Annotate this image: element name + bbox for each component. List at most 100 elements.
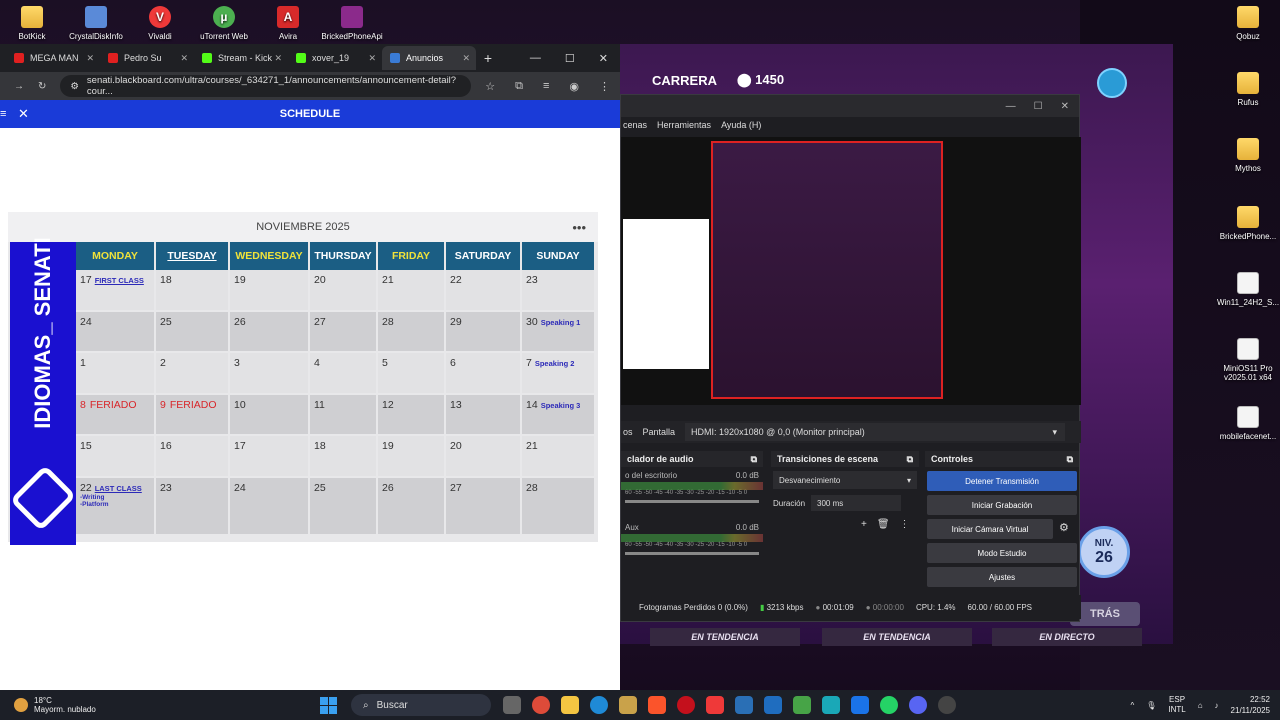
desktop-icon-brickedphoneapi[interactable]: BrickedPhoneApi [312, 6, 392, 41]
file-explorer-icon[interactable] [561, 696, 579, 714]
maximize-icon[interactable]: ☐ [1034, 101, 1043, 112]
calendar-day-cell: 23 [156, 477, 230, 536]
app-icon[interactable] [851, 696, 869, 714]
new-tab-icon[interactable]: + [476, 50, 500, 66]
obs-icon[interactable] [938, 696, 956, 714]
app-icon[interactable] [822, 696, 840, 714]
studio-mode-button[interactable]: Modo Estudio [927, 543, 1077, 563]
more-icon[interactable]: ⋮ [900, 519, 910, 530]
desktop-icon-qobuz[interactable]: Qobuz [1208, 6, 1280, 41]
close-icon[interactable]: ✕ [462, 53, 470, 64]
calendar-day-cell: 17 [230, 436, 310, 478]
site-info-icon[interactable]: ⚙ [70, 81, 79, 92]
panel-options-icon[interactable]: ⧉ [751, 454, 757, 465]
class-note: Speaking 2 [534, 359, 575, 368]
discord-icon[interactable] [909, 696, 927, 714]
chevron-down-icon: ▾ [1052, 426, 1058, 437]
file-icon [1237, 272, 1259, 294]
close-icon[interactable]: ✕ [368, 53, 376, 64]
close-icon[interactable]: ✕ [18, 106, 29, 122]
settings-button[interactable]: Ajustes [927, 567, 1077, 587]
gear-icon[interactable]: ⚙ [1059, 521, 1069, 534]
browser-tab[interactable]: Pedro Su ✕ [100, 46, 194, 70]
volume-slider[interactable] [625, 552, 759, 555]
minimize-icon[interactable]: — [1006, 101, 1016, 112]
volume-icon[interactable]: ♪ [1215, 701, 1219, 710]
desktop-icon-mythos[interactable]: Mythos [1208, 138, 1280, 173]
reload-icon[interactable]: ↻ [38, 81, 46, 92]
clock[interactable]: 22:52 21/11/2025 [1231, 694, 1270, 716]
disk-icon [85, 6, 107, 28]
taskview-icon[interactable] [503, 696, 521, 714]
weather-widget[interactable]: 18°C Mayorm. nublado [0, 696, 200, 714]
source-select[interactable]: HDMI: 1920x1080 @ 0,0 (Monitor principal… [685, 423, 1066, 441]
store-icon[interactable] [619, 696, 637, 714]
hamburger-icon[interactable]: ≡ [0, 108, 6, 120]
stop-stream-button[interactable]: Detener Transmisión [927, 471, 1077, 491]
menu-icon[interactable]: ⋮ [599, 80, 610, 93]
brave-icon[interactable] [648, 696, 666, 714]
volume-slider[interactable] [625, 500, 759, 503]
calendar-day-cell: 2 [156, 353, 230, 395]
calendar-day-cell: 17 FIRST CLASS [76, 270, 156, 312]
minimize-icon[interactable]: — [530, 52, 541, 65]
desktop-icon-rufus[interactable]: Rufus [1208, 72, 1280, 107]
minecraft-icon[interactable] [793, 696, 811, 714]
streamer-avatar[interactable] [1097, 68, 1127, 98]
day-number: 15 [80, 440, 92, 452]
desktop-icon-win11-iso[interactable]: Win11_24H2_S... [1208, 272, 1280, 307]
class-note: Speaking 1 [540, 317, 581, 327]
network-icon[interactable]: ⌂ [1198, 701, 1203, 710]
more-options-icon[interactable]: ••• [572, 220, 586, 235]
mic-muted-icon[interactable]: 🎙 [1146, 701, 1156, 710]
close-icon[interactable]: ✕ [274, 53, 282, 64]
photos-icon[interactable] [735, 696, 753, 714]
maximize-icon[interactable]: ☐ [565, 52, 575, 65]
desktop-icon-minios[interactable]: MiniOS11 Pro v2025.01 x64 [1208, 338, 1280, 382]
bookmark-star-icon[interactable]: ☆ [485, 80, 495, 93]
close-icon[interactable]: ✕ [86, 53, 94, 64]
browser-tab[interactable]: xover_19 ✕ [288, 46, 382, 70]
source-tab[interactable]: os [623, 427, 633, 437]
taskbar-search[interactable]: ⌕ Buscar [351, 694, 491, 716]
edge-icon[interactable] [590, 696, 608, 714]
menu-escenas[interactable]: cenas [623, 120, 647, 130]
desktop-icon-brickedphone[interactable]: BrickedPhone... [1208, 206, 1280, 241]
opera-icon[interactable] [677, 696, 695, 714]
preview-selection-frame[interactable] [711, 141, 943, 399]
whatsapp-icon[interactable] [880, 696, 898, 714]
transition-select[interactable]: Desvanecimiento ▾ [773, 471, 917, 489]
trash-icon[interactable]: 🗑 [877, 519, 890, 530]
windows-start-icon[interactable] [320, 696, 337, 714]
close-icon[interactable]: ✕ [180, 53, 188, 64]
trending-ribbon: EN TENDENCIA [650, 628, 800, 646]
menu-ayuda[interactable]: Ayuda (H) [721, 120, 761, 130]
virtual-camera-button[interactable]: Iniciar Cámara Virtual [927, 519, 1053, 539]
obs-preview[interactable] [621, 137, 1081, 405]
chrome-icon[interactable] [532, 696, 550, 714]
add-icon[interactable]: + [861, 519, 867, 530]
close-icon[interactable]: ✕ [599, 52, 608, 65]
browser-tab[interactable]: MEGA MAN ✕ [6, 46, 100, 70]
url-input[interactable]: ⚙ senati.blackboard.com/ultra/courses/_6… [60, 75, 472, 97]
forward-icon[interactable]: → [14, 81, 24, 92]
calendar-day-cell: 28 [378, 311, 446, 353]
panel-options-icon[interactable]: ⧉ [907, 454, 913, 465]
day-number: 4 [314, 357, 320, 369]
profile-icon[interactable]: ◉ [569, 80, 579, 93]
chevron-up-icon[interactable]: ^ [1130, 701, 1134, 710]
media-icon[interactable]: ≡ [543, 80, 549, 93]
duration-input[interactable]: 300 ms [811, 495, 902, 511]
extensions-icon[interactable]: ⧉ [515, 80, 523, 93]
vscode-icon[interactable] [764, 696, 782, 714]
close-icon[interactable]: ✕ [1061, 101, 1069, 112]
vivaldi-taskbar-icon[interactable] [706, 696, 724, 714]
panel-options-icon[interactable]: ⧉ [1067, 454, 1073, 465]
desktop-icon-mobilefacenet[interactable]: mobilefacenet... [1208, 406, 1280, 441]
start-recording-button[interactable]: Iniciar Grabación [927, 495, 1077, 515]
menu-herramientas[interactable]: Herramientas [657, 120, 711, 130]
browser-tab-active[interactable]: Anuncios ✕ [382, 46, 476, 70]
source-label: Pantalla [642, 427, 676, 437]
language-indicator[interactable]: ESP INTL [1168, 695, 1185, 715]
browser-tab[interactable]: Stream - Kick ✕ [194, 46, 288, 70]
